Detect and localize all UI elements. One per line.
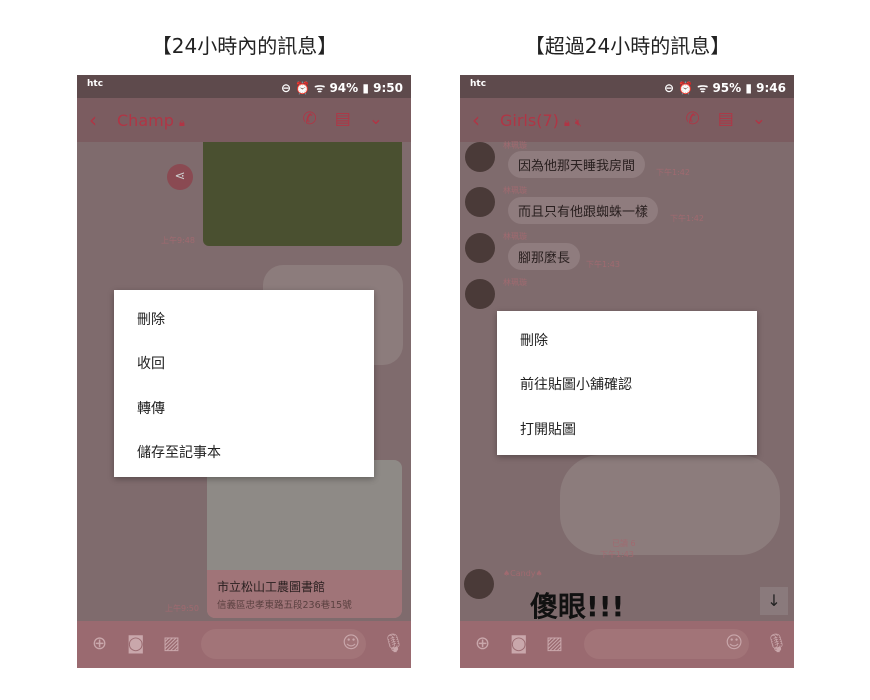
carrier-label: htc <box>470 79 487 89</box>
lock-icon: 🔒︎ <box>178 116 185 129</box>
avatar[interactable] <box>465 233 495 263</box>
image-icon[interactable]: ▨ <box>546 633 563 654</box>
message-bubble[interactable]: 而且只有他跟蜘蛛一樣 <box>508 197 659 224</box>
message-time: 下午1:42 <box>656 168 690 177</box>
notes-icon[interactable]: ▤ <box>335 109 369 129</box>
notes-icon[interactable]: ▤ <box>718 109 752 129</box>
menu-item-go-to-sticker-shop[interactable]: 前往貼圖小舖確認 <box>520 374 632 394</box>
message-time: 下午1:42 <box>670 214 704 223</box>
map-message[interactable]: 市立松山工農圖書館 信義區忠孝東路五段236巷15號 <box>207 460 402 618</box>
avatar[interactable] <box>464 569 494 599</box>
back-icon[interactable]: ‹ <box>472 108 480 132</box>
chat-header: ‹ Champ 🔒︎ ✆▤⌄ <box>77 98 411 142</box>
emoji-icon[interactable]: ☺ <box>342 633 360 653</box>
message-bubble[interactable]: 因為他那天睡我房間 <box>508 151 646 178</box>
menu-item-delete[interactable]: 刪除 <box>520 330 548 350</box>
context-menu: 刪除 前往貼圖小舖確認 打開貼圖 <box>497 311 757 455</box>
message-bubble[interactable]: 腳那麼長 <box>508 243 581 270</box>
chat-header: ‹ Girls(7) 🔒︎ 🔇︎ ✆▤⌄ <box>460 98 794 142</box>
map-place-name: 市立松山工農圖書館 <box>217 580 326 594</box>
menu-item-save-to-notes[interactable]: 儲存至記事本 <box>137 442 221 462</box>
input-bar: ⊕ ◙ ▨ ☺ 🎙︎ <box>460 621 794 668</box>
read-receipt: 已讀 6 <box>612 539 636 548</box>
mute-icon: 🔇︎ <box>574 116 582 129</box>
plus-icon[interactable]: ⊕ <box>92 633 107 654</box>
emoji-icon[interactable]: ☺ <box>725 633 743 653</box>
sticker-message[interactable] <box>560 455 780 555</box>
chat-title: Champ <box>117 111 174 130</box>
input-bar: ⊕ ◙ ▨ ☺ 🎙︎ <box>77 621 411 668</box>
chevron-down-icon[interactable]: ⌄ <box>752 109 784 129</box>
status-bar: htc ⊖ ⏰ ᯤ 94% ▮ 9:50 <box>77 75 411 98</box>
context-menu: 刪除 收回 轉傳 儲存至記事本 <box>114 290 374 477</box>
menu-item-delete[interactable]: 刪除 <box>137 309 165 329</box>
image-icon[interactable]: ▨ <box>163 633 180 654</box>
sender-name: 林珮璇 <box>503 278 527 287</box>
chat-title: Girls(7) <box>500 111 559 130</box>
sender-name: 林珮璇 <box>503 232 527 241</box>
clock: 9:46 <box>756 81 786 95</box>
caption-right: 【超過24小時的訊息】 <box>524 34 731 58</box>
message-input[interactable]: ☺ <box>201 629 366 659</box>
chevron-down-icon[interactable]: ⌄ <box>369 109 401 129</box>
battery-label: 94% <box>329 81 359 95</box>
camera-icon[interactable]: ◙ <box>127 633 144 654</box>
status-bar: htc ⊖ ⏰ ᯤ 95% ▮ 9:46 <box>460 75 794 98</box>
sender-name: 林珮璇 <box>503 141 527 150</box>
mic-icon[interactable]: 🎙︎ <box>382 633 405 654</box>
mic-icon[interactable]: 🎙︎ <box>765 633 788 654</box>
clock: 9:50 <box>373 81 403 95</box>
avatar[interactable] <box>465 279 495 309</box>
avatar[interactable] <box>465 142 495 172</box>
menu-item-open-sticker[interactable]: 打開貼圖 <box>520 419 576 439</box>
message-time: 下午1:43 <box>600 550 634 559</box>
menu-item-unsend[interactable]: 收回 <box>137 353 165 373</box>
caption-left: 【24小時內的訊息】 <box>151 34 338 58</box>
phone-icon[interactable]: ✆ <box>302 109 334 129</box>
sticker-text: 傻眼!!! <box>530 590 625 623</box>
message-time: 下午1:43 <box>586 260 620 269</box>
status-icons: ⊖ ⏰ ᯤ <box>280 81 330 95</box>
phone-left: htc ⊖ ⏰ ᯤ 94% ▮ 9:50 ‹ Champ 🔒︎ ✆▤⌄ ⋖ 上午… <box>77 75 411 668</box>
carrier-label: htc <box>87 79 104 89</box>
back-icon[interactable]: ‹ <box>89 108 97 132</box>
plus-icon[interactable]: ⊕ <box>475 633 490 654</box>
avatar[interactable] <box>465 187 495 217</box>
menu-item-forward[interactable]: 轉傳 <box>137 398 165 418</box>
sender-name: ♠Candy♠ <box>503 569 543 578</box>
sender-name: 林珮璇 <box>503 186 527 195</box>
phone-icon[interactable]: ✆ <box>685 109 717 129</box>
message-input[interactable]: ☺ <box>584 629 749 659</box>
status-icons: ⊖ ⏰ ᯤ <box>663 81 713 95</box>
phone-right: htc ⊖ ⏰ ᯤ 95% ▮ 9:46 ‹ Girls(7) 🔒︎ 🔇︎ ✆▤… <box>460 75 794 668</box>
share-icon[interactable]: ⋖ <box>167 164 193 190</box>
camera-icon[interactable]: ◙ <box>510 633 527 654</box>
scroll-down-button[interactable]: ↓ <box>760 587 788 615</box>
message-time: 上午9:48 <box>161 236 195 245</box>
image-message[interactable] <box>203 142 402 246</box>
battery-label: 95% <box>712 81 742 95</box>
lock-icon: 🔒︎ <box>563 116 570 129</box>
map-address: 信義區忠孝東路五段236巷15號 <box>217 600 352 611</box>
message-time: 上午9:50 <box>165 604 199 613</box>
